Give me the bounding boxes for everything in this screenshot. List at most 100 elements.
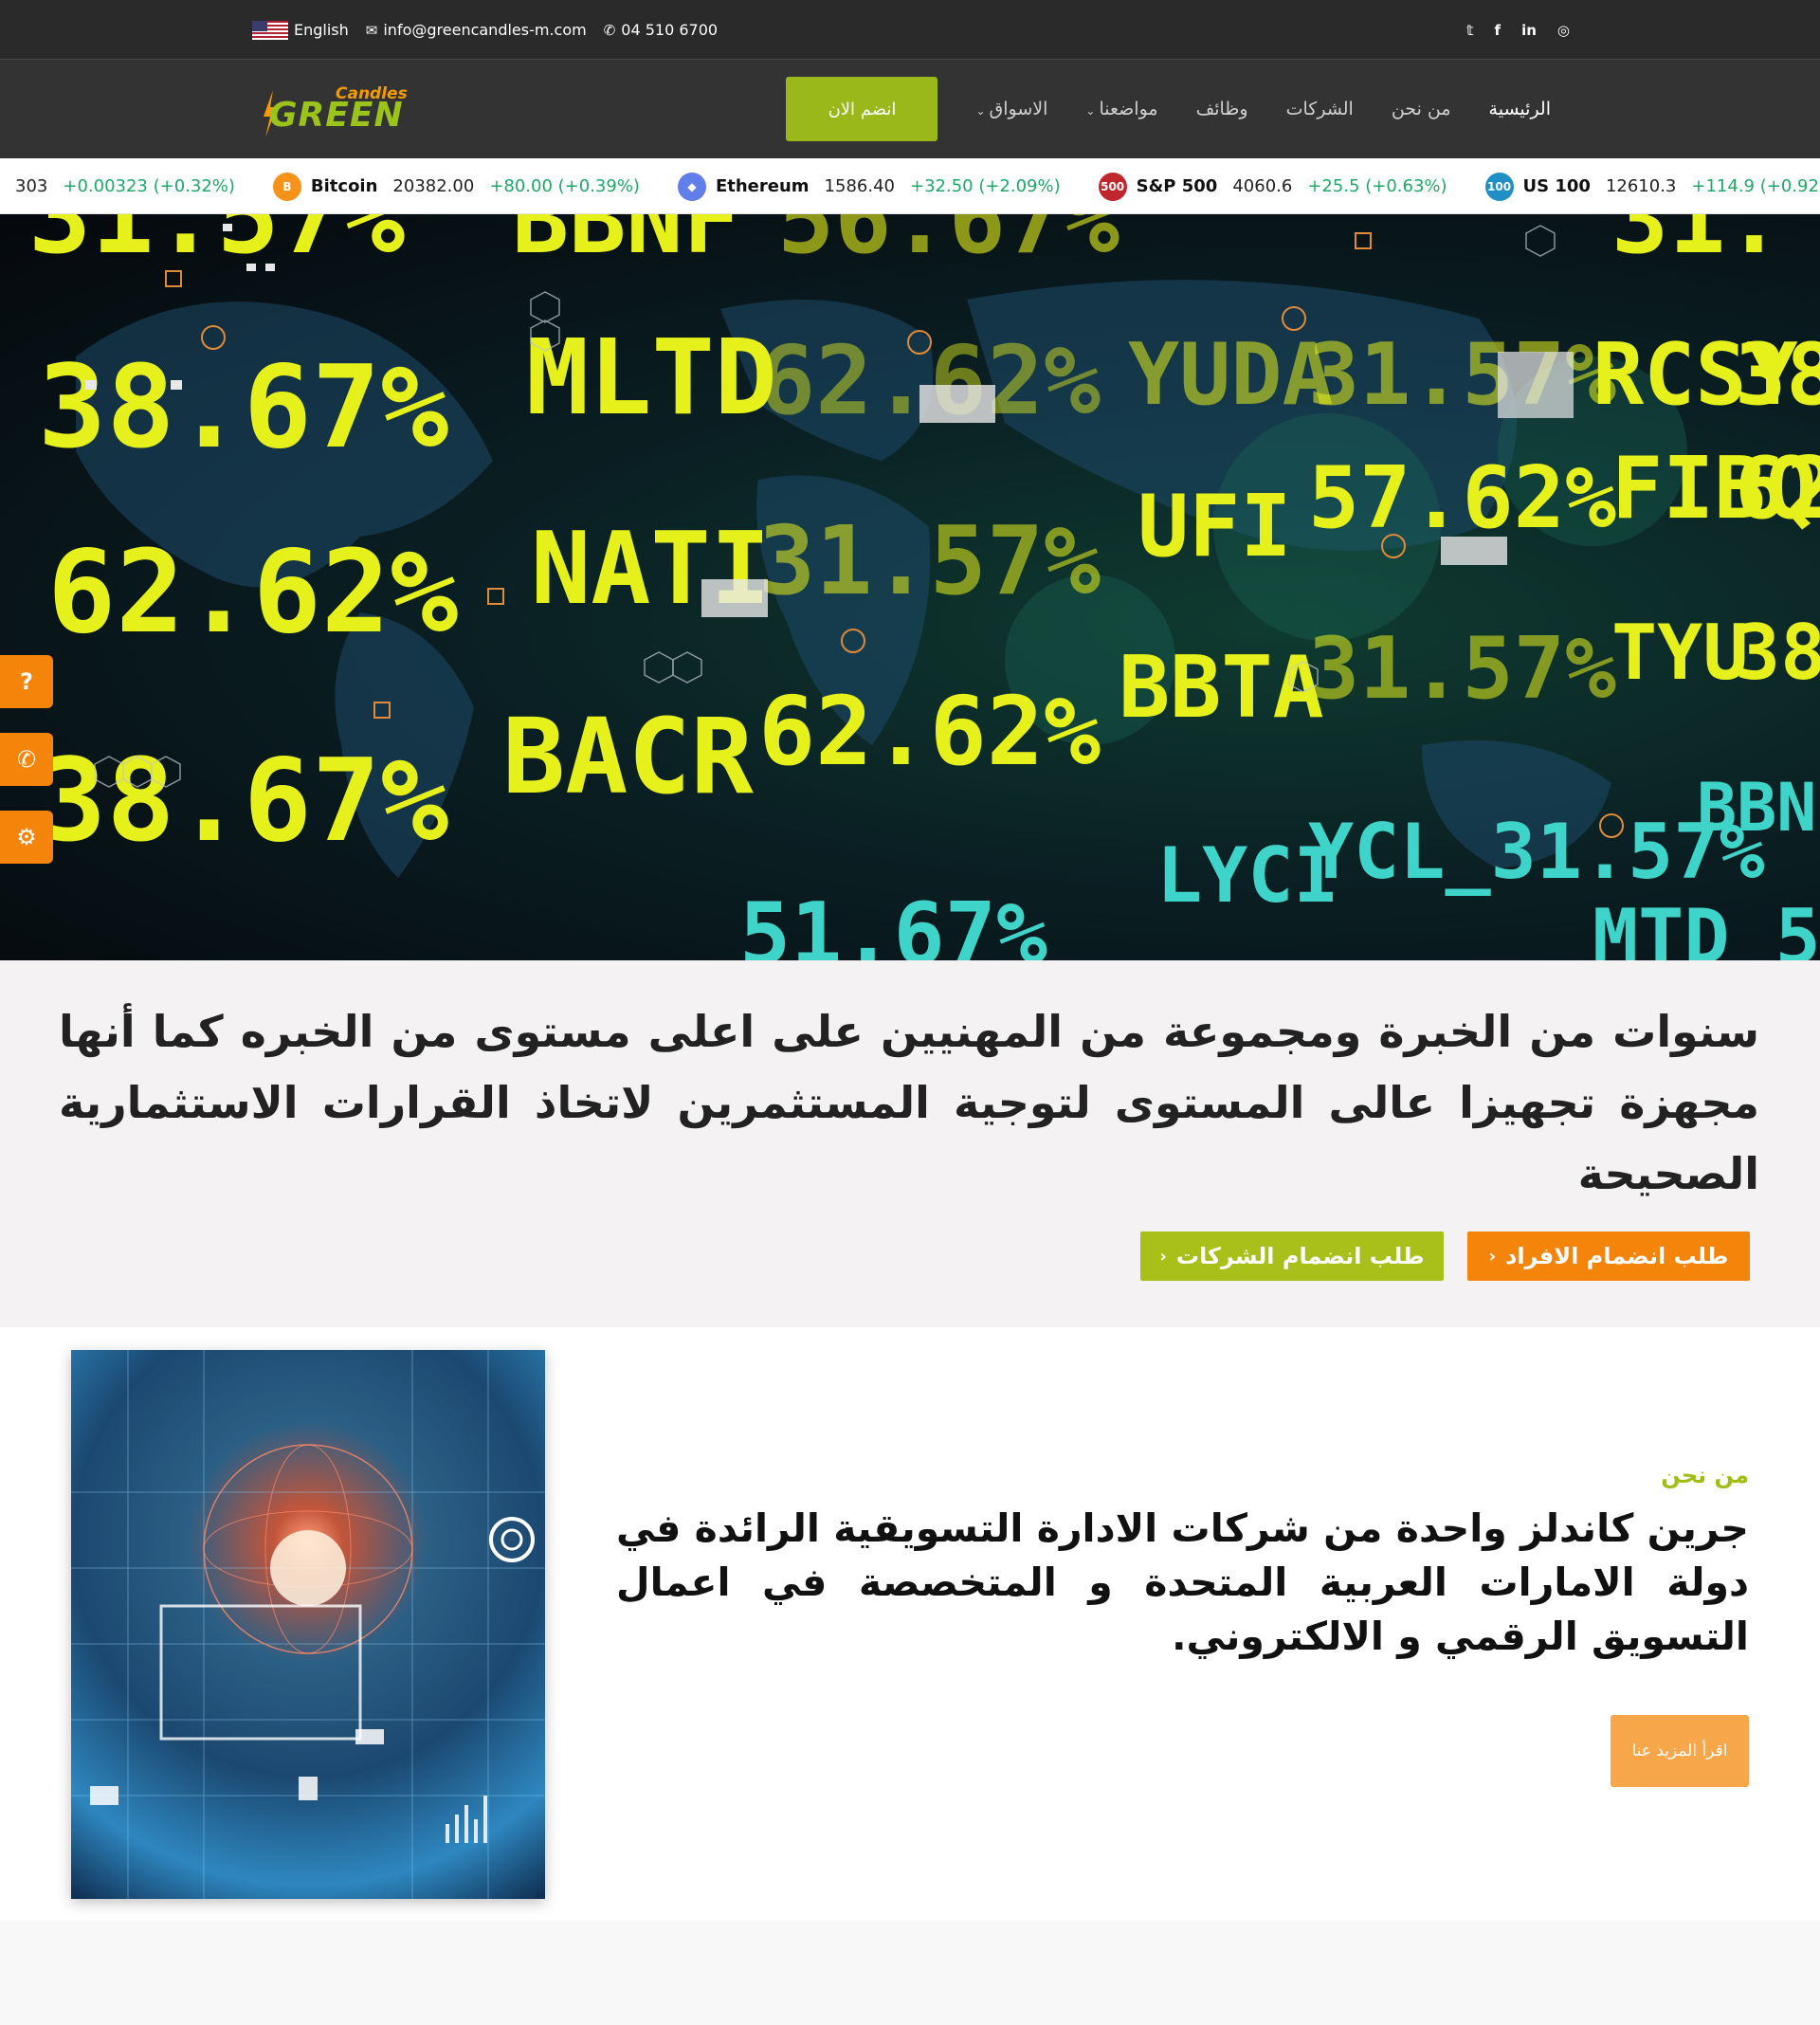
- next-section: [0, 1921, 1820, 2025]
- hero-word: BACR: [502, 696, 755, 817]
- settings-icon[interactable]: ⚙: [0, 811, 53, 864]
- nav-about[interactable]: من نحن: [1392, 99, 1451, 119]
- hero-word: 62.62%: [47, 527, 458, 659]
- nav-markets[interactable]: ⌄ الاسواق: [975, 99, 1047, 119]
- hero-word: 62.: [1735, 439, 1820, 538]
- email-link[interactable]: ✉ info@greencandles-m.com: [366, 21, 587, 39]
- nav-home[interactable]: الرئيسية: [1489, 99, 1551, 119]
- ticker-change: +25.5 (+0.63%): [1307, 176, 1447, 196]
- us-flag-icon: [252, 20, 288, 40]
- nav-markets-label: الاسواق: [989, 99, 1048, 119]
- email-text: info@greencandles-m.com: [383, 21, 587, 39]
- ticker-logo-icon: ◆: [677, 172, 706, 201]
- main-navbar: Candles GREEN الرئيسية من نحن الشركات وظ…: [0, 60, 1820, 158]
- individuals-join-label: طلب انضمام الافراد: [1505, 1243, 1729, 1269]
- hero-word: YUDA: [1128, 325, 1334, 425]
- hero-word: 57.62%: [1308, 448, 1616, 548]
- ticker-logo-icon: 500: [1098, 172, 1127, 201]
- hero-word: 51.67%: [739, 885, 1047, 960]
- stock-board-graphic: 31.57% BBNF 56.67% 31. 38.67% MLTD 62.62…: [28, 214, 1820, 960]
- chevron-down-icon: ⌄: [1085, 104, 1096, 118]
- language-label: English: [294, 21, 349, 39]
- nav-companies[interactable]: الشركات: [1286, 99, 1354, 119]
- ticker-name: S&P 500: [1136, 176, 1218, 196]
- ticker-item[interactable]: 100 US 100 12610.3 +114.9 (+0.92%): [1484, 172, 1820, 201]
- ticker-name: US 100: [1522, 176, 1591, 196]
- intro-text: سنوات من الخبرة ومجموعة من المهنيين على …: [59, 1006, 1759, 1199]
- ticker-change: +32.50 (+2.09%): [909, 176, 1061, 196]
- join-now-button[interactable]: انضم الان: [786, 77, 938, 141]
- chevron-left-icon: ‹: [1159, 1246, 1167, 1267]
- about-text: جرين كاندلز واحدة من شركات الادارة التسو…: [616, 1505, 1749, 1659]
- hero-word: 31.57%: [758, 505, 1101, 616]
- ticker-price: 20382.00: [392, 176, 475, 196]
- social-links: 𝕥 f in ◎: [1466, 0, 1570, 60]
- intro-section: سنوات من الخبرة ومجموعة من المهنيين على …: [0, 960, 1820, 1327]
- ticker-change: +80.00 (+0.39%): [489, 176, 640, 196]
- read-more-button[interactable]: اقرأ المزيد عنا: [1611, 1715, 1749, 1787]
- floating-side-buttons: ? ✆ ⚙: [0, 655, 53, 888]
- ticker-name: Ethereum: [715, 176, 810, 196]
- logo-text-big: GREEN: [269, 96, 404, 135]
- nav-menu: الرئيسية من نحن الشركات وظائف ⌄ مواضعنا ⌄…: [786, 60, 1551, 158]
- envelope-icon: ✉: [365, 21, 378, 39]
- hero-word: 62.62%: [758, 676, 1101, 787]
- hero-banner: 31.57% BBNF 56.67% 31. 38.67% MLTD 62.62…: [0, 214, 1820, 960]
- digital-globe-illustration: [71, 1350, 545, 1899]
- ticker-change: +0.00323 (+0.32%): [63, 176, 235, 196]
- hero-word: 38.: [1735, 325, 1820, 425]
- ticker-logo-icon: B: [272, 172, 301, 201]
- about-section: من نحن جرين كاندلز واحدة من شركات الادار…: [0, 1327, 1820, 1921]
- price-ticker: 303 +0.00323 (+0.32%) B Bitcoin 20382.00 +80.…: [0, 158, 1820, 214]
- hero-word: TYU: [1611, 609, 1749, 697]
- hero-word: BBNF: [512, 214, 740, 275]
- contact-info: English ✉ info@greencandles-m.com ✆ 04 5…: [252, 0, 718, 60]
- chevron-down-icon: ⌄: [975, 104, 986, 118]
- ticker-logo-icon: 100: [1484, 172, 1514, 201]
- companies-join-button[interactable]: طلب انضمام الشركات ‹: [1140, 1231, 1444, 1281]
- chevron-left-icon: ‹: [1488, 1246, 1497, 1267]
- phone-icon: ✆: [603, 21, 616, 39]
- nav-topics[interactable]: ⌄ مواضعنا: [1085, 99, 1157, 119]
- ticker-price: 12610.3: [1605, 176, 1677, 196]
- individuals-join-button[interactable]: طلب انضمام الافراد ‹: [1467, 1231, 1750, 1281]
- ticker-item[interactable]: B Bitcoin 20382.00 +80.00 (+0.39%): [272, 172, 640, 201]
- hero-word: MTD 51.: [1592, 893, 1820, 960]
- phone-text: 04 510 6700: [621, 21, 719, 39]
- hero-word: 38.67%: [38, 342, 448, 474]
- language-selector[interactable]: English: [252, 20, 349, 40]
- ticker-track: 303 +0.00323 (+0.32%) B Bitcoin 20382.00 +80.…: [0, 158, 1820, 213]
- hero-word: 38.6: [1735, 609, 1820, 697]
- instagram-icon[interactable]: ◎: [1557, 22, 1570, 39]
- hero-word: 31.: [1611, 214, 1783, 275]
- hero-word: 56.67%: [777, 214, 1119, 275]
- hero-word: BBTA: [1119, 638, 1324, 738]
- site-logo[interactable]: Candles GREEN: [262, 81, 408, 139]
- help-icon[interactable]: ?: [0, 655, 53, 708]
- facebook-icon[interactable]: f: [1495, 22, 1502, 39]
- linkedin-icon[interactable]: in: [1521, 22, 1537, 39]
- ticker-price: 303: [15, 176, 48, 196]
- hero-word: 31.57%: [28, 214, 405, 277]
- phone-link[interactable]: ✆ 04 510 6700: [604, 21, 718, 39]
- hero-word: MLTD: [526, 317, 777, 438]
- ticker-change: +114.9 (+0.92%): [1691, 176, 1820, 196]
- ticker-item[interactable]: 500 S&P 500 4060.6 +25.5 (+0.63%): [1098, 172, 1447, 201]
- about-label: من نحن: [1661, 1462, 1749, 1488]
- ticker-price: 4060.6: [1232, 176, 1293, 196]
- ticker-name: Bitcoin: [310, 176, 378, 196]
- phone-icon[interactable]: ✆: [0, 733, 53, 786]
- hero-word: BBNF: [1697, 769, 1820, 847]
- about-image: [71, 1350, 545, 1899]
- hero-word: UFI: [1138, 477, 1292, 576]
- twitter-icon[interactable]: 𝕥: [1466, 22, 1474, 39]
- nav-topics-label: مواضعنا: [1099, 99, 1158, 119]
- companies-join-label: طلب انضمام الشركات: [1175, 1243, 1425, 1269]
- ticker-price: 1586.40: [824, 176, 895, 196]
- ticker-item[interactable]: ◆ Ethereum 1586.40 +32.50 (+2.09%): [677, 172, 1061, 201]
- ticker-item[interactable]: 303 +0.00323 (+0.32%): [0, 176, 235, 196]
- hero-word: 31.57%: [1308, 619, 1616, 719]
- hero-word: 38.67%: [38, 736, 448, 867]
- top-bar: English ✉ info@greencandles-m.com ✆ 04 5…: [0, 0, 1820, 60]
- nav-jobs[interactable]: وظائف: [1196, 99, 1248, 119]
